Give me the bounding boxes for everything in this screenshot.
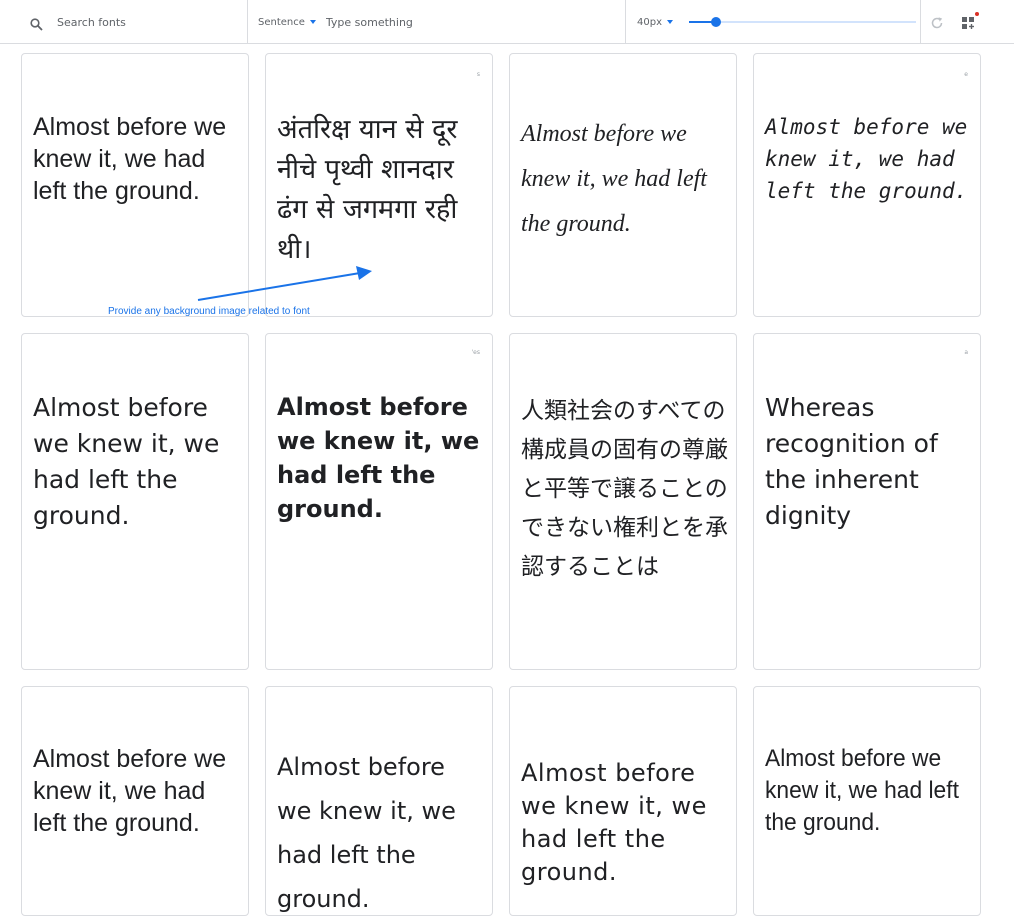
card-meta-mark: s	[476, 71, 480, 78]
search-section	[0, 0, 248, 44]
annotation-label: Provide any background image related to …	[108, 306, 310, 317]
search-input[interactable]	[57, 12, 237, 32]
font-card-3[interactable]: Almost before we knew it, we had left th…	[509, 53, 737, 317]
font-sample-text: Almost before we knew it, we had left th…	[33, 745, 227, 837]
font-card-4[interactable]: e Almost before we knew it, we had left …	[753, 53, 981, 317]
chevron-down-icon	[309, 20, 316, 24]
font-sample-text: Almost before we knew it, we had left th…	[521, 759, 707, 886]
font-card-5[interactable]: Almost before we knew it, we had left th…	[21, 333, 249, 670]
preview-text-section: Sentence	[248, 0, 626, 44]
font-size-slider[interactable]	[689, 15, 916, 29]
font-sample-text: Almost before we knew it, we had left th…	[33, 393, 220, 530]
search-icon	[30, 16, 43, 31]
preview-text-input[interactable]	[325, 12, 606, 32]
font-card-10[interactable]: Almost before we knew it, we had left th…	[265, 686, 493, 916]
actions-section	[921, 0, 1014, 44]
preview-mode-dropdown[interactable]: Sentence	[258, 17, 316, 28]
font-card-9[interactable]: Almost before we knew it, we had left th…	[21, 686, 249, 916]
chevron-down-icon	[667, 20, 673, 24]
font-sample-text: Almost before we knew it, we had left th…	[765, 745, 959, 836]
preview-mode-label: Sentence	[258, 16, 305, 28]
font-size-dropdown[interactable]: 40px	[637, 17, 673, 28]
font-card-11[interactable]: Almost before we knew it, we had left th…	[509, 686, 737, 916]
font-size-label: 40px	[637, 16, 662, 28]
refresh-icon[interactable]	[930, 15, 944, 29]
notification-dot	[975, 12, 979, 16]
card-meta-mark: e	[964, 71, 968, 78]
font-sample-text: Almost before we knew it, we had left th…	[765, 115, 968, 203]
font-card-6[interactable]: 'es Almost before we knew it, we had lef…	[265, 333, 493, 670]
card-meta-mark: a	[964, 349, 968, 356]
font-card-8[interactable]: a Whereas recognition of the inherent di…	[753, 333, 981, 670]
slider-track	[689, 21, 916, 23]
annotation-arrow-icon	[197, 266, 372, 301]
font-sample-text: 人類社会のすべての構成員の固有の尊厳と平等で譲ることのできない権利とを承認するこ…	[521, 398, 728, 580]
font-sample-text: अंतरिक्ष यान से दूर नीचे पृथ्वी शानदार ढ…	[277, 114, 458, 265]
grid-add-icon[interactable]	[961, 14, 977, 30]
font-card-12[interactable]: Almost before we knew it, we had left th…	[753, 686, 981, 916]
font-sample-text: Almost before we knew it, we had left th…	[277, 393, 480, 523]
font-sample-text: Almost before we knew it, we had left th…	[33, 113, 227, 205]
font-card-7[interactable]: 人類社会のすべての構成員の固有の尊厳と平等で譲ることのできない権利とを承認するこ…	[509, 333, 737, 670]
top-toolbar: Sentence 40px	[0, 0, 1014, 44]
card-meta-mark: 'es	[471, 349, 480, 356]
slider-thumb[interactable]	[711, 17, 722, 27]
font-sample-text: Whereas recognition of the inherent dign…	[765, 393, 938, 530]
font-size-section: 40px	[626, 0, 921, 44]
font-sample-text: Almost before we knew it, we had left th…	[277, 753, 456, 913]
font-sample-text: Almost before we knew it, we had left th…	[521, 121, 707, 237]
